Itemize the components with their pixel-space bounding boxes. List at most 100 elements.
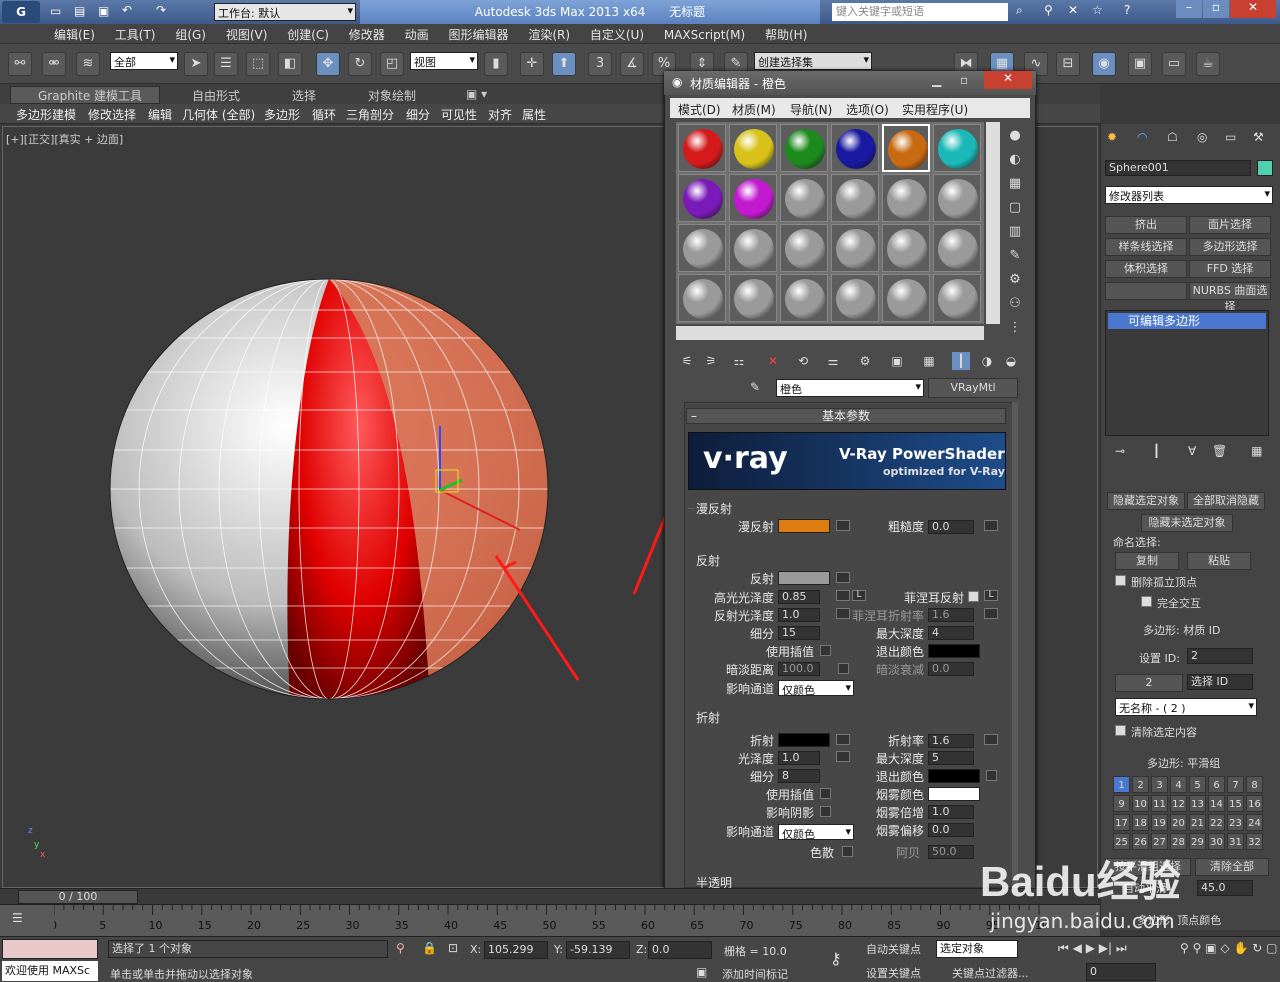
- ribbon-polygons[interactable]: 多边形: [264, 106, 300, 123]
- menu-create[interactable]: 创建(C): [279, 24, 337, 45]
- ribbon-align[interactable]: 对齐: [488, 106, 512, 123]
- reflect-color-swatch[interactable]: [778, 571, 830, 585]
- refl-subdivs-field[interactable]: 15: [778, 626, 820, 640]
- save-icon[interactable]: ▣: [98, 4, 109, 18]
- angle-snap-icon[interactable]: ∡: [620, 52, 644, 76]
- material-editor-icon[interactable]: ◉: [1092, 52, 1116, 76]
- delete-isolated-checkbox[interactable]: [1115, 575, 1126, 586]
- utilities-tab-icon[interactable]: ⚒: [1253, 130, 1264, 144]
- smooth-group-button[interactable]: 19: [1151, 814, 1168, 831]
- refr-gloss-field[interactable]: 1.0: [778, 751, 820, 765]
- hilight-gloss-map-button[interactable]: [836, 590, 850, 601]
- menu-help[interactable]: 帮助(H): [757, 24, 815, 45]
- rotate-icon[interactable]: ↻: [348, 52, 372, 76]
- undo-icon[interactable]: ↶: [122, 3, 132, 17]
- refl-affect-dropdown[interactable]: 仅颜色: [778, 680, 854, 697]
- refract-color-swatch[interactable]: [778, 733, 830, 747]
- object-name-field[interactable]: Sphere001: [1105, 160, 1251, 176]
- current-frame-field[interactable]: 0: [1086, 963, 1156, 981]
- material-name-dropdown[interactable]: 无名称 - ( 2 ): [1115, 698, 1257, 716]
- smooth-group-button[interactable]: 10: [1132, 795, 1149, 812]
- modify-tab-icon[interactable]: ◠: [1137, 130, 1147, 144]
- lock-icon[interactable]: 🔒: [422, 941, 437, 955]
- tab-selection[interactable]: 选择: [292, 87, 316, 104]
- help-icon[interactable]: ?: [1124, 3, 1130, 17]
- object-color-swatch[interactable]: [1257, 160, 1273, 176]
- smooth-group-button[interactable]: 20: [1170, 814, 1187, 831]
- param-scrollbar[interactable]: [1012, 402, 1018, 888]
- star-icon[interactable]: ☆: [1092, 3, 1103, 17]
- ref-coord-dropdown[interactable]: 视图: [410, 52, 478, 70]
- smooth-group-button[interactable]: 21: [1189, 814, 1206, 831]
- material-slot[interactable]: [678, 124, 726, 172]
- isolate-icon[interactable]: ⚲: [396, 941, 405, 955]
- set-id-field[interactable]: 2: [1187, 648, 1253, 664]
- paste-button[interactable]: 粘贴: [1187, 552, 1251, 570]
- time-slider[interactable]: 0 / 100: [0, 888, 1100, 904]
- mod-vol-select-button[interactable]: 体积选择: [1105, 260, 1187, 278]
- smooth-group-button[interactable]: 18: [1132, 814, 1149, 831]
- menu-views[interactable]: 视图(V): [218, 24, 276, 45]
- refl-max-depth-field[interactable]: 4: [928, 626, 974, 640]
- show-map-icon[interactable]: ▦: [920, 352, 938, 370]
- material-slot[interactable]: [678, 174, 726, 222]
- named-selection-dropdown[interactable]: 创建选择集: [754, 52, 872, 70]
- absolute-mode-icon[interactable]: ⊡: [448, 941, 458, 955]
- sample-uv-icon[interactable]: ▢: [1004, 196, 1026, 220]
- me-menu-material[interactable]: 材质(M): [732, 101, 776, 118]
- material-slot[interactable]: [780, 174, 828, 222]
- key-icon[interactable]: ⚲: [1044, 3, 1053, 17]
- material-slot[interactable]: [831, 124, 879, 172]
- orbit-icon[interactable]: ↻: [1252, 941, 1262, 955]
- select-id-field[interactable]: 选择 ID: [1187, 674, 1253, 690]
- smooth-group-button[interactable]: 6: [1208, 776, 1225, 793]
- diffuse-map-button[interactable]: [836, 520, 850, 531]
- ribbon-visibility[interactable]: 可见性: [441, 106, 477, 123]
- window-crossing-icon[interactable]: ◧: [278, 52, 302, 76]
- stack-item-editable-poly[interactable]: 可编辑多边形: [1108, 313, 1266, 329]
- material-slot[interactable]: [933, 174, 981, 222]
- affect-shadows-checkbox[interactable]: [820, 806, 831, 817]
- smooth-group-button[interactable]: 13: [1189, 795, 1206, 812]
- go-to-parent-icon[interactable]: ◑: [978, 352, 996, 370]
- render-frame-icon[interactable]: ▭: [1162, 52, 1186, 76]
- select-by-name-icon[interactable]: ☰: [214, 52, 238, 76]
- material-id-channel-icon[interactable]: ▣: [888, 352, 906, 370]
- mod-ffd-select-button[interactable]: FFD 选择: [1189, 260, 1271, 278]
- me-menu-navigation[interactable]: 导航(N): [790, 101, 832, 118]
- fresnel-ior-field[interactable]: 1.6: [928, 608, 974, 622]
- menu-animation[interactable]: 动画: [397, 24, 437, 45]
- reflect-map-button[interactable]: [836, 572, 850, 583]
- go-forward-icon[interactable]: ◒: [1002, 352, 1020, 370]
- material-slot[interactable]: [780, 224, 828, 272]
- maxscript-listener[interactable]: [2, 939, 98, 959]
- roughness-map-button[interactable]: [984, 520, 998, 531]
- hilight-gloss-field[interactable]: 0.85: [778, 590, 820, 604]
- show-end-result-icon[interactable]: ┃: [952, 352, 970, 370]
- time-tag-icon[interactable]: ▣: [696, 965, 707, 979]
- refl-gloss-field[interactable]: 1.0: [778, 608, 820, 622]
- fog-mult-field[interactable]: 1.0: [928, 805, 974, 819]
- mat-id-rollout-title[interactable]: 多边形: 材质 ID: [1143, 622, 1220, 638]
- menu-modifiers[interactable]: 修改器: [341, 24, 393, 45]
- copy-button[interactable]: 复制: [1115, 552, 1179, 570]
- ribbon-geometry[interactable]: 几何体 (全部): [182, 106, 255, 123]
- minimize-button[interactable]: –: [1176, 0, 1202, 18]
- fresnel-lock-button[interactable]: L: [984, 590, 998, 601]
- refr-max-depth-field[interactable]: 5: [928, 751, 974, 765]
- assign-to-selection-icon[interactable]: ⚏: [730, 352, 748, 370]
- menu-group[interactable]: 组(G): [167, 24, 214, 45]
- configure-sets-icon[interactable]: ▦: [1251, 444, 1262, 458]
- redo-icon[interactable]: ↷: [156, 3, 166, 17]
- ribbon-loops[interactable]: 循环: [312, 106, 336, 123]
- smooth-group-button[interactable]: 2: [1132, 776, 1149, 793]
- get-material-icon[interactable]: ⚟: [678, 352, 696, 370]
- auto-key-button[interactable]: 自动关键点: [866, 941, 921, 957]
- open-icon[interactable]: ▤: [74, 4, 85, 18]
- me-minimize-button[interactable]: ▁: [932, 73, 941, 87]
- new-icon[interactable]: ▭: [50, 4, 61, 18]
- menu-rendering[interactable]: 渲染(R): [520, 24, 578, 45]
- select-id-button[interactable]: 2: [1115, 674, 1183, 692]
- scale-icon[interactable]: ◰: [380, 52, 404, 76]
- refr-subdivs-field[interactable]: 8: [778, 769, 820, 783]
